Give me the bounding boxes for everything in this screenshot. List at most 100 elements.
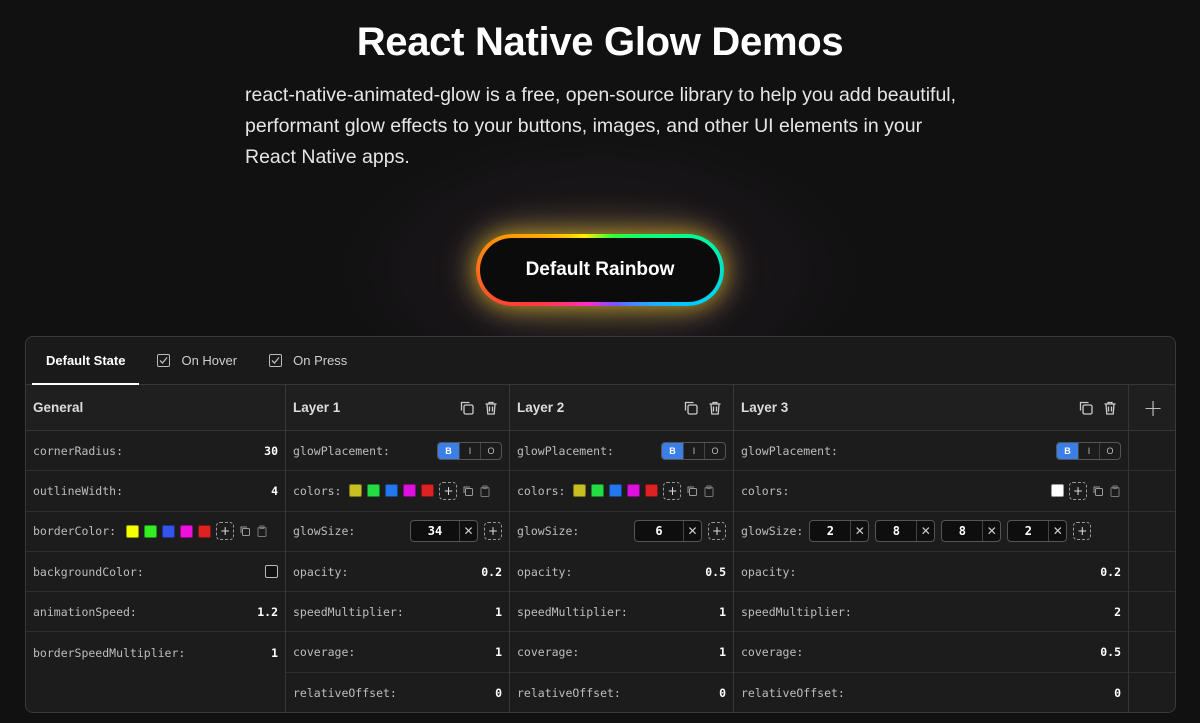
color-swatch[interactable] (162, 524, 176, 538)
page-title: React Native Glow Demos (356, 20, 844, 64)
setting-value[interactable]: 2 (1114, 605, 1121, 619)
setting-value[interactable]: 1 (271, 646, 278, 660)
add-value-icon[interactable]: + (708, 522, 726, 541)
remove-value-icon[interactable]: ✕ (683, 521, 701, 542)
remove-value-icon[interactable]: ✕ (982, 521, 1000, 542)
remove-value-icon[interactable]: ✕ (1048, 521, 1066, 542)
paste-icon[interactable] (1109, 485, 1121, 497)
tab-label: Default State (46, 353, 126, 368)
add-color-icon[interactable]: + (663, 481, 682, 500)
setting-value[interactable]: 4 (271, 484, 278, 498)
tab-on-press[interactable]: On Press (255, 337, 361, 384)
checkbox-icon[interactable] (157, 354, 171, 367)
add-color-icon[interactable]: + (439, 481, 458, 500)
color-swatch[interactable] (367, 484, 381, 498)
delete-layer-icon[interactable] (707, 400, 723, 416)
placement-option-b[interactable]: B (438, 442, 459, 459)
glow-size-input[interactable]: 8 ✕ (875, 520, 936, 543)
checkbox-icon[interactable] (269, 354, 283, 367)
tab-default-state[interactable]: Default State (32, 337, 140, 385)
color-swatch[interactable] (609, 484, 623, 498)
glow-size-value[interactable]: 2 (810, 524, 850, 538)
remove-value-icon[interactable]: ✕ (916, 521, 934, 542)
color-swatch[interactable] (265, 565, 278, 579)
delete-layer-icon[interactable] (483, 400, 499, 416)
duplicate-layer-icon[interactable] (1078, 400, 1094, 416)
color-swatch[interactable] (1051, 484, 1064, 498)
glow-size-value[interactable]: 8 (942, 524, 982, 538)
placement-option-b[interactable]: B (662, 442, 683, 459)
glow-size-value[interactable]: 34 (411, 524, 459, 538)
setting-row-animation-speed: animationSpeed: 1.2 (26, 592, 285, 633)
add-layer-icon[interactable]: + (1143, 394, 1163, 422)
add-value-icon[interactable]: + (484, 522, 502, 541)
setting-value[interactable]: 1 (495, 605, 502, 619)
glow-size-input[interactable]: 8 ✕ (941, 520, 1002, 543)
setting-value[interactable]: 0.2 (1100, 565, 1121, 579)
setting-label: cornerRadius: (33, 443, 124, 458)
color-swatch[interactable] (144, 524, 158, 538)
settings-grid: General cornerRadius: 30 outlineWidth: 4… (26, 385, 1175, 712)
color-swatch[interactable] (627, 484, 641, 498)
setting-value[interactable]: 1 (719, 605, 726, 619)
add-color-icon[interactable]: + (216, 522, 235, 541)
duplicate-layer-icon[interactable] (459, 400, 475, 416)
placement-option-o[interactable]: O (1099, 442, 1120, 459)
paste-icon[interactable] (479, 485, 491, 497)
glow-size-input[interactable]: 2 ✕ (1007, 520, 1068, 543)
color-swatch[interactable] (385, 484, 399, 498)
setting-value[interactable]: 0 (495, 686, 502, 700)
color-swatch[interactable] (421, 484, 435, 498)
add-color-icon[interactable]: + (1069, 481, 1087, 500)
placement-option-b[interactable]: B (1057, 442, 1078, 459)
setting-value[interactable]: 1 (719, 645, 726, 659)
color-swatch[interactable] (573, 484, 587, 498)
placement-option-o[interactable]: O (480, 442, 501, 459)
setting-value[interactable]: 1.2 (257, 605, 278, 619)
tab-on-hover[interactable]: On Hover (143, 337, 251, 384)
remove-value-icon[interactable]: ✕ (850, 521, 868, 542)
glow-size-value[interactable]: 8 (876, 524, 916, 538)
paste-icon[interactable] (703, 485, 715, 497)
setting-value[interactable]: 0 (719, 686, 726, 700)
color-swatch[interactable] (403, 484, 417, 498)
setting-value[interactable]: 30 (264, 444, 278, 458)
copy-icon[interactable] (239, 525, 251, 537)
color-swatch[interactable] (198, 524, 212, 538)
color-swatch[interactable] (349, 484, 363, 498)
glow-size-input[interactable]: 6 ✕ (634, 520, 702, 543)
setting-value[interactable]: 0 (1114, 686, 1121, 700)
color-swatch[interactable] (591, 484, 605, 498)
glow-placement-toggle: B I O (1056, 441, 1121, 460)
placement-option-i[interactable]: I (683, 442, 704, 459)
setting-value[interactable]: 0.2 (481, 565, 502, 579)
setting-value[interactable]: 0.5 (705, 565, 726, 579)
glow-size-value[interactable]: 6 (635, 524, 683, 538)
setting-row-opacity: opacity: 0.2 (286, 552, 509, 593)
paste-icon[interactable] (256, 525, 268, 538)
copy-icon[interactable] (462, 485, 474, 497)
setting-row-coverage: coverage: 0.5 (734, 632, 1128, 673)
copy-icon[interactable] (1092, 485, 1104, 497)
setting-label: coverage: (741, 645, 804, 660)
remove-value-icon[interactable]: ✕ (459, 521, 477, 542)
delete-layer-icon[interactable] (1102, 400, 1118, 416)
glow-size-input[interactable]: 34 ✕ (410, 520, 478, 543)
setting-value[interactable]: 1 (495, 645, 502, 659)
column-header: Layer 3 (734, 385, 1128, 431)
setting-value[interactable]: 0.5 (1100, 645, 1121, 659)
glow-placement-toggle: B I O (437, 441, 502, 460)
add-value-icon[interactable]: + (1073, 522, 1092, 541)
color-swatch[interactable] (645, 484, 659, 498)
color-swatch[interactable] (126, 524, 140, 538)
color-swatch[interactable] (180, 524, 194, 538)
placement-option-i[interactable]: I (459, 442, 480, 459)
placement-option-o[interactable]: O (704, 442, 725, 459)
demo-glow-button[interactable]: Default Rainbow (476, 234, 724, 306)
glow-size-value[interactable]: 2 (1008, 524, 1048, 538)
glow-size-input[interactable]: 2 ✕ (809, 520, 870, 543)
duplicate-layer-icon[interactable] (683, 400, 699, 416)
column-header: Layer 2 (510, 385, 733, 431)
copy-icon[interactable] (686, 485, 698, 497)
placement-option-i[interactable]: I (1078, 442, 1099, 459)
